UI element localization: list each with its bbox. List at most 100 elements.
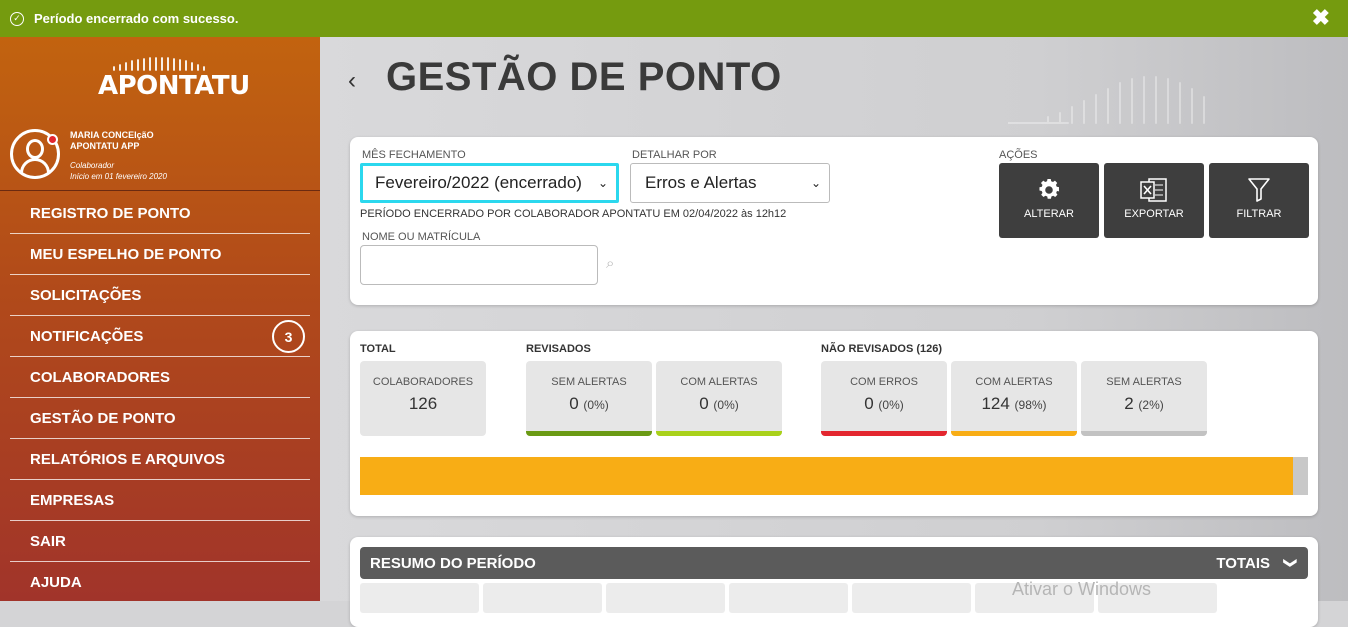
chevron-down-icon[interactable]: ❯ [1283,558,1299,569]
sidebar-item-label: GESTÃO DE PONTO [30,409,176,427]
user-role-label: Colaborador [70,161,115,170]
back-chevron-icon[interactable]: ‹ [348,67,356,95]
user-role: Colaborador Início em 01 fevereiro 2020 [70,160,167,182]
nome-matricula-input[interactable] [360,245,598,285]
sidebar-item-gestao-de-ponto[interactable]: GESTÃO DE PONTO [10,398,310,439]
sidebar-item-label: SAIR [30,532,66,550]
user-since: Início em 01 fevereiro 2020 [70,172,167,181]
gear-icon [1036,177,1062,203]
user-profile[interactable]: MARIA CONCEIçãO APONTATU APP Colaborador… [10,129,310,191]
sidebar-item-solicitacoes[interactable]: SOLICITAÇÕES [10,275,310,316]
summary-column [360,583,479,613]
sidebar: APONTATU MARIA CONCEIçãO APONTATU APP Co… [0,37,320,601]
totais-label[interactable]: TOTAIS [1216,555,1270,572]
brand-name: APONTATU [98,71,250,101]
progress-fill [360,457,1293,495]
sidebar-menu: REGISTRO DE PONTO MEU ESPELHO DE PONTO S… [10,193,310,603]
avatar[interactable] [10,129,60,179]
sidebar-item-label: NOTIFICAÇÕES [30,327,144,345]
user-name-line1: MARIA CONCEIçãO [70,130,154,140]
stat-color-bar [656,431,782,436]
stat-color-bar [526,431,652,436]
stat-label: SEM ALERTAS [1106,376,1182,388]
stat-revisados-com-alertas[interactable]: COM ALERTAS 0 (0%) [656,361,782,436]
detalhar-por-label: DETALHAR POR [632,149,717,161]
main-content: ‹ GESTÃO DE PONTO MÊS FECHAMENTO Feverei… [320,37,1348,627]
stat-label: COM ALERTAS [975,376,1053,388]
decorative-arcs-icon [1008,76,1205,124]
stat-value: 0 (0%) [699,394,739,413]
nome-matricula-label: NOME OU MATRÍCULA [362,231,481,243]
sidebar-divider [0,190,320,191]
sidebar-item-registro-de-ponto[interactable]: REGISTRO DE PONTO [10,193,310,234]
sidebar-item-label: EMPRESAS [30,491,115,509]
stat-label: SEM ALERTAS [551,376,627,388]
alterar-button[interactable]: ALTERAR [999,163,1099,238]
resumo-title: RESUMO DO PERÍODO [370,554,536,572]
resumo-header[interactable]: RESUMO DO PERÍODO TOTAIS ❯ [360,547,1308,579]
total-label: TOTAL [360,343,396,355]
filter-icon [1247,177,1271,203]
windows-activation-watermark: Ativar o Windows [1012,579,1152,599]
sidebar-item-empresas[interactable]: EMPRESAS [10,480,310,521]
filters-card: MÊS FECHAMENTO Fevereiro/2022 (encerrado… [350,137,1318,305]
stat-color-bar [951,431,1077,436]
user-name-line2: APONTATU APP [70,141,140,151]
chevron-down-icon: ⌄ [810,176,821,190]
stat-revisados-sem-alertas[interactable]: SEM ALERTAS 0 (0%) [526,361,652,436]
close-icon[interactable]: ✖ [1312,7,1330,29]
sidebar-item-label: AJUDA [30,574,82,591]
stat-value: 124 (98%) [981,394,1047,413]
alterar-label: ALTERAR [1024,208,1074,220]
stat-value: 2 (2%) [1124,394,1164,413]
stat-color-bar [1081,431,1207,436]
mes-fechamento-value: Fevereiro/2022 (encerrado) [375,173,582,192]
summary-column [852,583,971,613]
sidebar-item-meu-espelho-de-ponto[interactable]: MEU ESPELHO DE PONTO [10,234,310,275]
stat-colaboradores[interactable]: COLABORADORES 126 [360,361,486,436]
detalhar-por-select[interactable]: Erros e Alertas ⌄ [630,163,830,203]
user-name: MARIA CONCEIçãO APONTATU APP [70,130,154,152]
stat-value: 0 (0%) [864,394,904,413]
mes-fechamento-select[interactable]: Fevereiro/2022 (encerrado) ⌄ [360,163,619,203]
stat-value: 0 (0%) [569,394,609,413]
summary-column [729,583,848,613]
filtrar-button[interactable]: FILTRAR [1209,163,1309,238]
stat-label: COM ERROS [850,376,918,388]
brand-logo[interactable]: APONTATU [98,57,250,102]
stat-label: COM ALERTAS [680,376,758,388]
sidebar-item-label: MEU ESPELHO DE PONTO [30,245,222,263]
stat-value: 126 [408,394,438,413]
status-dot [47,134,58,145]
logo-arcs-icon [113,57,205,71]
stat-nao-revisados-sem-alertas[interactable]: SEM ALERTAS 2 (2%) [1081,361,1207,436]
sidebar-item-label: REGISTRO DE PONTO [30,204,191,222]
sidebar-item-colaboradores[interactable]: COLABORADORES [10,357,310,398]
summary-column [483,583,602,613]
resumo-card: RESUMO DO PERÍODO TOTAIS ❯ [350,537,1318,627]
status-progress-bar [360,457,1308,495]
success-notification-bar: ✓ Período encerrado com sucesso. ✖ [0,0,1348,37]
stat-label: COLABORADORES [372,376,474,388]
notification-count-badge: 3 [272,320,305,353]
summary-column [606,583,725,613]
exportar-button[interactable]: EXPORTAR [1104,163,1204,238]
search-icon[interactable]: ⌕ [606,255,614,272]
sidebar-item-relatorios-e-arquivos[interactable]: RELATÓRIOS E ARQUIVOS [10,439,310,480]
nao-revisados-label: NÃO REVISADOS (126) [821,343,943,355]
stat-nao-revisados-com-erros[interactable]: COM ERROS 0 (0%) [821,361,947,436]
sidebar-item-ajuda[interactable]: AJUDA [10,562,310,603]
notification-message: Período encerrado com sucesso. [34,11,239,26]
sidebar-item-label: COLABORADORES [30,368,171,386]
stat-color-bar [821,431,947,436]
excel-icon [1140,177,1168,203]
sidebar-item-sair[interactable]: SAIR [10,521,310,562]
stat-nao-revisados-com-alertas[interactable]: COM ALERTAS 124 (98%) [951,361,1077,436]
period-closed-note: PERÍODO ENCERRADO POR COLABORADOR APONTA… [360,208,787,220]
revisados-label: REVISADOS [526,343,591,355]
exportar-label: EXPORTAR [1124,208,1184,220]
sidebar-item-label: SOLICITAÇÕES [30,286,142,304]
avatar-body [20,158,50,174]
sidebar-item-notificacoes[interactable]: NOTIFICAÇÕES 3 [10,316,310,357]
sidebar-item-label: RELATÓRIOS E ARQUIVOS [30,450,226,468]
